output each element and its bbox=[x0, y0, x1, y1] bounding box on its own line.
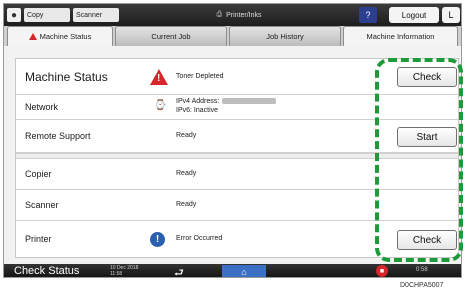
network-ipv4: IPv4 Address: bbox=[176, 98, 277, 105]
tab-current-job[interactable]: Current Job bbox=[115, 26, 227, 46]
copier-value: Ready bbox=[176, 170, 197, 177]
warning-icon: ! bbox=[150, 69, 168, 85]
date-time: 10 Dec 2018 11:58 bbox=[110, 265, 138, 277]
user-icon[interactable]: ● bbox=[7, 8, 21, 22]
printer-value: Error Occurred bbox=[176, 235, 223, 242]
tab-machine-status[interactable]: Machine Status bbox=[7, 26, 113, 46]
scanner-value: Ready bbox=[176, 201, 197, 208]
copy-function-button[interactable]: Copy bbox=[24, 8, 70, 22]
printer-inks-indicator[interactable]: ⎙ Printer/Inks bbox=[184, 8, 294, 22]
remote-support-label: Remote Support bbox=[25, 131, 91, 141]
check-status-button[interactable]: Check Status bbox=[14, 265, 79, 277]
tab-label: Current Job bbox=[151, 32, 191, 41]
remote-support-value: Ready bbox=[176, 132, 197, 139]
bottom-right-indicator: 0:58 bbox=[416, 267, 428, 273]
ipv4-address-redacted bbox=[222, 98, 277, 105]
logout-button[interactable]: Logout bbox=[389, 7, 439, 23]
copier-label: Copier bbox=[25, 169, 52, 179]
network-ipv6: IPv6: Inactive bbox=[176, 107, 219, 114]
help-button[interactable]: ? bbox=[359, 7, 377, 23]
stop-icon[interactable]: ■ bbox=[376, 265, 388, 277]
bottom-bar: Check Status 10 Dec 2018 11:58 ⮐ ⌂ ■ 0:5… bbox=[4, 264, 461, 277]
tab-machine-information[interactable]: Machine Information bbox=[343, 26, 458, 46]
network-icon: ⌚ bbox=[154, 100, 167, 111]
printer-inks-label: Printer/Inks bbox=[226, 11, 262, 19]
machine-status-label: Machine Status bbox=[25, 70, 108, 84]
top-bar: ● Copy Scanner ⎙ Printer/Inks ? Logout L bbox=[4, 4, 461, 26]
tab-bar: Machine Status Current Job Job History M… bbox=[4, 26, 461, 46]
home-icon[interactable]: ⌂ bbox=[222, 265, 266, 277]
key-button[interactable]: L bbox=[442, 7, 460, 23]
warning-icon bbox=[28, 33, 37, 40]
printer-icon: ⎙ bbox=[216, 11, 223, 18]
tab-label: Job History bbox=[266, 32, 304, 41]
tab-label: Machine Information bbox=[366, 32, 435, 41]
scanner-function-button[interactable]: Scanner bbox=[73, 8, 119, 22]
back-icon[interactable]: ⮐ bbox=[174, 264, 184, 277]
tab-job-history[interactable]: Job History bbox=[229, 26, 341, 46]
machine-status-value: Toner Depleted bbox=[176, 73, 224, 80]
scanner-label: Scanner bbox=[25, 200, 59, 210]
tab-label: Machine Status bbox=[39, 32, 92, 41]
ipv4-label: IPv4 Address: bbox=[176, 98, 220, 105]
highlight-dashed-outline bbox=[375, 58, 463, 262]
printer-label: Printer bbox=[25, 234, 52, 244]
info-icon: ! bbox=[150, 232, 165, 247]
time-label: 11:58 bbox=[110, 271, 123, 277]
network-label: Network bbox=[25, 102, 59, 112]
figure-caption: D0CHPA5007 bbox=[400, 282, 444, 289]
